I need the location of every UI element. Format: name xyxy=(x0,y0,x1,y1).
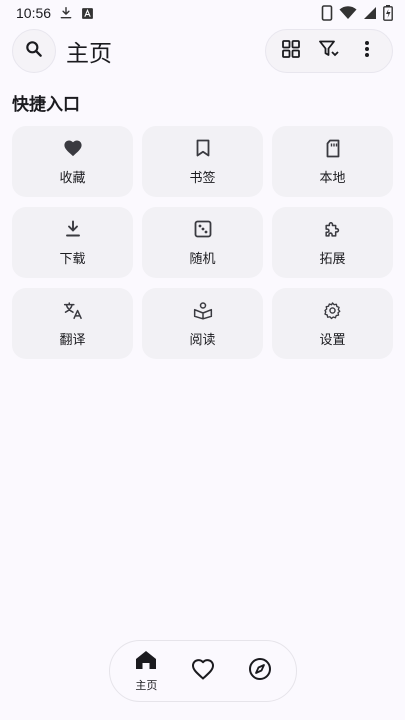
dice-icon xyxy=(194,218,212,240)
tile-bookmarks[interactable]: 书签 xyxy=(142,126,263,197)
tile-favorites[interactable]: 收藏 xyxy=(12,126,133,197)
grid-view-button[interactable] xyxy=(273,33,309,69)
tile-translate[interactable]: 翻译 xyxy=(12,288,133,359)
download-icon xyxy=(65,218,81,240)
bottom-navigation: 主页 xyxy=(109,640,297,702)
nav-favorites[interactable] xyxy=(177,645,229,697)
tile-label: 收藏 xyxy=(59,171,86,186)
nav-home-label: 主页 xyxy=(135,678,158,692)
puzzle-icon xyxy=(323,218,342,240)
status-bar: 10:56 xyxy=(0,0,405,26)
heart-icon xyxy=(63,137,83,159)
status-time: 10:56 xyxy=(16,5,52,21)
phone-icon xyxy=(321,5,333,21)
battery-icon xyxy=(383,5,393,21)
tile-random[interactable]: 随机 xyxy=(142,207,263,278)
tile-label: 阅读 xyxy=(189,333,216,348)
quick-access-title: 快捷入口 xyxy=(12,95,80,115)
settings-icon xyxy=(323,299,342,321)
quick-access-grid: 收藏 书签 本地 下载 随机 拓展 翻译 阅读 设置 xyxy=(12,126,393,359)
more-vertical-icon xyxy=(364,40,370,62)
filter-button[interactable] xyxy=(311,33,347,69)
more-button[interactable] xyxy=(349,33,385,69)
home-icon xyxy=(135,650,157,674)
header-actions xyxy=(265,29,393,73)
signal-icon xyxy=(363,6,377,20)
status-left: 10:56 xyxy=(16,5,94,21)
app-header: 主页 xyxy=(0,28,405,74)
translate-icon xyxy=(63,299,83,321)
filter-icon xyxy=(319,40,339,62)
page-title: 主页 xyxy=(66,41,112,67)
tile-label: 设置 xyxy=(319,333,346,348)
tile-label: 翻译 xyxy=(59,333,86,348)
download-notification-icon xyxy=(59,6,73,20)
tile-label: 本地 xyxy=(319,171,346,186)
nav-home[interactable]: 主页 xyxy=(120,645,172,697)
compass-icon xyxy=(248,657,272,685)
tile-downloads[interactable]: 下载 xyxy=(12,207,133,278)
tile-label: 拓展 xyxy=(319,252,346,267)
sd-card-icon xyxy=(325,137,341,159)
nav-explore[interactable] xyxy=(234,645,286,697)
reader-icon xyxy=(193,299,213,321)
app-notification-icon xyxy=(81,7,94,20)
wifi-icon xyxy=(339,6,357,20)
tile-extensions[interactable]: 拓展 xyxy=(272,207,393,278)
tile-local[interactable]: 本地 xyxy=(272,126,393,197)
search-button[interactable] xyxy=(12,29,56,73)
status-right xyxy=(321,5,393,21)
heart-outline-icon xyxy=(191,658,215,684)
tile-label: 下载 xyxy=(59,252,86,267)
search-icon xyxy=(24,39,44,63)
grid-view-icon xyxy=(282,40,300,62)
bookmark-icon xyxy=(196,137,210,159)
tile-label: 书签 xyxy=(189,171,216,186)
tile-settings[interactable]: 设置 xyxy=(272,288,393,359)
tile-reader[interactable]: 阅读 xyxy=(142,288,263,359)
tile-label: 随机 xyxy=(189,252,216,267)
